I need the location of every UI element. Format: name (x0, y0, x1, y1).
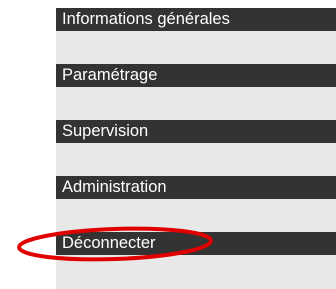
menu-group-parametrage: Paramétrage (56, 64, 336, 121)
menu-item-parametrage[interactable]: Paramétrage (56, 64, 336, 87)
submenu-area (56, 87, 336, 121)
menu-group-supervision: Supervision (56, 120, 336, 177)
menu-item-supervision[interactable]: Supervision (56, 120, 336, 143)
menu-group-administration: Administration (56, 176, 336, 233)
menu-item-label: Supervision (62, 122, 149, 140)
submenu-area (56, 199, 336, 233)
submenu-area (56, 143, 336, 177)
submenu-area (56, 31, 336, 65)
menu-group-informations-generales: Informations générales (56, 8, 336, 65)
menu-item-administration[interactable]: Administration (56, 176, 336, 199)
menu-item-informations-generales[interactable]: Informations générales (56, 8, 336, 31)
menu-item-label: Administration (62, 178, 167, 196)
menu-item-label: Paramétrage (62, 66, 158, 84)
menu-group-deconnecter: Déconnecter (56, 232, 336, 289)
menu-item-label: Déconnecter (62, 234, 156, 252)
navigation-menu: Informations générales Paramétrage Super… (56, 0, 336, 289)
menu-item-deconnecter[interactable]: Déconnecter (56, 232, 336, 255)
menu-item-label: Informations générales (62, 10, 230, 28)
